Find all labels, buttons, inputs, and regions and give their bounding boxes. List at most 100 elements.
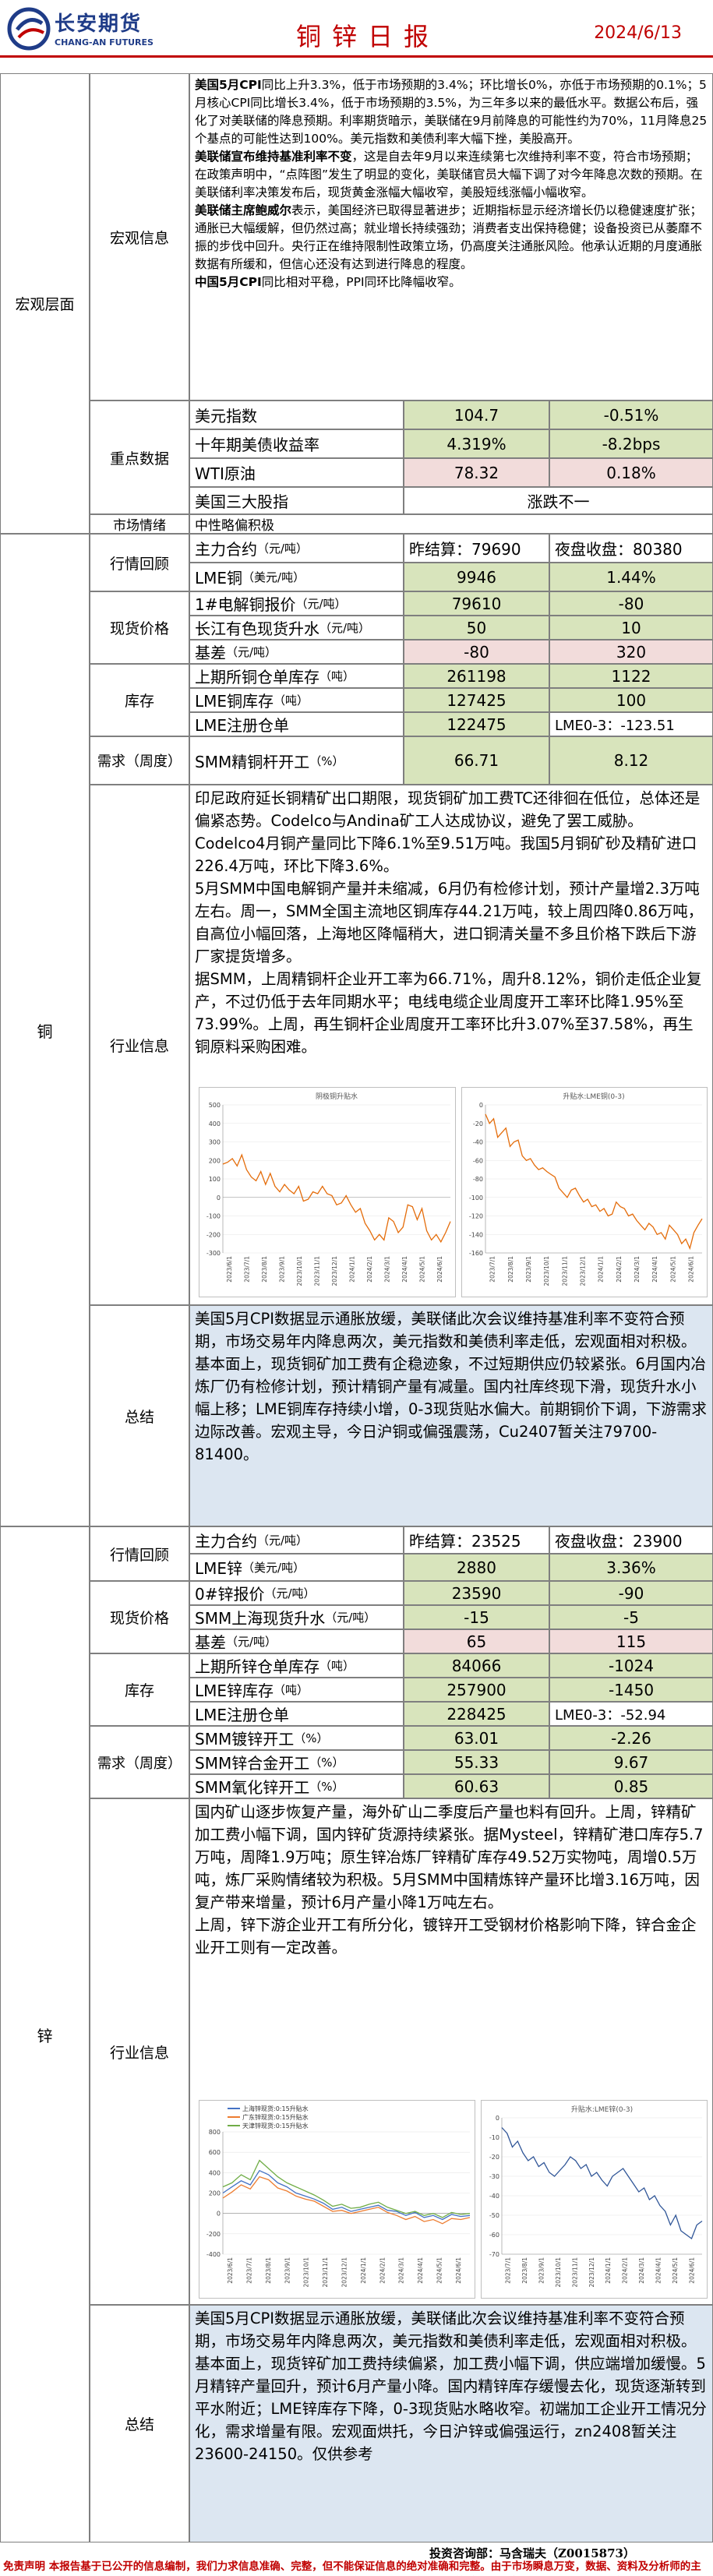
row-unit: （%）: [309, 753, 344, 768]
x-tick-label: 2023/6/1: [227, 2257, 234, 2284]
x-tick-label: 2024/5/1: [669, 1256, 676, 1283]
x-tick-label: 2024/4/1: [651, 1256, 658, 1283]
zinc-lme-spread-chart: 升贴水:LME锌(0-3) -70 -60 -50 -40 -30 -20 -10 0 2023/…: [481, 2100, 708, 2299]
y-tick-label: 400: [209, 2169, 221, 2176]
row-unit: （美元/吨）: [242, 1561, 305, 1575]
key-row-change: -0.51%: [549, 401, 713, 429]
y-tick-label: -140: [469, 1231, 483, 1238]
copper-row-v1: 122475: [404, 712, 549, 736]
zinc-row-name: SMM上海现货升水 （元/吨）: [189, 1605, 404, 1629]
row-name-text: LME锌库存: [195, 1681, 274, 1700]
key-row-value: 4.319%: [404, 429, 549, 458]
legend-entry: 广东锌现货:0:15升贴水: [242, 2113, 309, 2121]
row-name-text: 0#锌报价: [195, 1585, 265, 1604]
row-name-text: LME锌: [195, 1559, 243, 1578]
zinc-row-v2: -1024: [549, 1653, 713, 1678]
copper-row-v1: 9946: [404, 563, 549, 591]
row-name-text: 1#电解铜报价: [195, 595, 296, 614]
legend-entry: 天津锌现货:0:15升贴水: [242, 2122, 309, 2130]
copper-row-name: LME铜库存 （吨）: [189, 688, 404, 712]
zinc-row-v1: 65: [404, 1629, 549, 1653]
key-row-change: 0.18%: [549, 458, 713, 487]
y-tick-label: 0: [217, 2211, 221, 2218]
zinc-row-name: 主力合约 （元/吨）: [189, 1526, 404, 1554]
copper-row-v2: 10: [549, 616, 713, 640]
x-tick-label: 2024/5/1: [436, 2257, 443, 2284]
y-tick-label: 600: [209, 2149, 221, 2156]
x-tick-label: 2023/7/1: [489, 1256, 496, 1283]
x-tick-label: 2023/9/1: [279, 1256, 286, 1283]
row-unit: （元/吨）: [319, 621, 371, 635]
report-title: 铜锌日报: [296, 22, 440, 51]
y-tick-label: -50: [489, 2212, 499, 2219]
row-unit: （吨）: [319, 669, 355, 683]
zinc-row-v1: 昨结算：23525: [404, 1526, 549, 1554]
copper-row-name: LME铜 （美元/吨）: [189, 563, 404, 591]
y-tick-label: 0: [496, 2115, 499, 2122]
copper-summary-label: 总结: [90, 1305, 189, 1526]
copper-row-name: LME注册仓单: [189, 712, 404, 736]
report-header: 长安期货 CHANG-AN FUTURES 铜锌日报 2024/6/13: [0, 0, 713, 58]
changan-logo-icon: [7, 7, 51, 51]
x-tick-label: 2024/4/1: [417, 2257, 424, 2284]
copper-row-v2: 夜盘收盘：80380: [549, 534, 713, 563]
zinc-row-v2: 0.85: [549, 1774, 713, 1798]
series-line: [485, 1113, 703, 1251]
x-tick-label: 2023/8/1: [261, 1256, 268, 1283]
x-tick-label: 2023/11/1: [561, 1256, 568, 1286]
zinc-row-v1: 63.01: [404, 1726, 549, 1750]
x-tick-label: 2023/12/1: [331, 1256, 338, 1286]
copper-lme-spread-chart: 升贴水:LME铜(0-3) -160 -140 -120 -100 -80 -60 -40 -2…: [461, 1087, 708, 1297]
row-name-text: 主力合约: [195, 1532, 257, 1551]
macro-para: 美联储宣布维持基准利率不变，这是自去年9月以来连续第七次维持利率不变，符合市场预…: [195, 148, 708, 202]
x-tick-label: 2024/2/1: [366, 1256, 373, 1283]
zinc-row-v1: -15: [404, 1605, 549, 1629]
zinc-row-v1: 228425: [404, 1702, 549, 1726]
y-tick-label: 0: [217, 1194, 221, 1202]
row-name-text: SMM精铜杆开工: [195, 752, 310, 771]
x-tick-label: 2024/2/1: [379, 2257, 386, 2284]
copper-row-name: 上期所铜仓单库存 （吨）: [189, 664, 404, 688]
copper-premium-chart: 阴极铜升贴水 -300 -200 -100 0 100 200 300 400 500 2023/6…: [199, 1087, 456, 1297]
copper-row-v2: -80: [549, 591, 713, 616]
copper-row-name: 1#电解铜报价 （元/吨）: [189, 591, 404, 616]
zinc-inventory-label: 库存: [90, 1653, 189, 1726]
key-row-name: 美元指数: [189, 401, 404, 429]
key-row-name: 美国三大股指: [189, 487, 404, 514]
y-tick-label: -30: [489, 2173, 499, 2180]
x-tick-label: 2023/8/1: [521, 2257, 528, 2284]
copper-row-v2: LME0-3：-123.51: [549, 712, 713, 736]
row-unit: （吨）: [319, 1659, 355, 1673]
copper-inventory-label: 库存: [90, 664, 189, 736]
macro-para-lead: 美联储宣布维持基准利率不变: [195, 150, 352, 164]
copper-row-v1: -80: [404, 640, 549, 664]
y-tick-label: -160: [469, 1250, 483, 1257]
row-unit: （元/吨）: [226, 645, 277, 659]
y-tick-label: -100: [469, 1194, 483, 1202]
zinc-row-v1: 55.33: [404, 1750, 549, 1774]
zinc-row-v2: 3.36%: [549, 1554, 713, 1581]
copper-row-name: 主力合约 （元/吨）: [189, 534, 404, 563]
series-line: [501, 2127, 703, 2240]
row-unit: （元/吨）: [295, 597, 347, 611]
x-tick-label: 2024/6/1: [436, 1256, 443, 1283]
disclaimer-text: 本报告基于已公开的信息编制，我们力求信息准确、完整，但不能保证信息的绝对准确和完…: [48, 2560, 701, 2573]
zinc-row-v2: -1450: [549, 1678, 713, 1702]
copper-section-label: 铜: [0, 534, 90, 1526]
key-data-label: 重点数据: [90, 401, 189, 514]
y-tick-label: -20: [489, 2154, 499, 2161]
x-tick-label: 2024/4/1: [655, 2257, 662, 2284]
y-tick-label: -40: [489, 2193, 499, 2200]
row-unit: （元/吨）: [325, 1611, 376, 1625]
x-tick-label: 2024/3/1: [634, 1256, 641, 1283]
copper-quote-label: 行情回顾: [90, 534, 189, 591]
x-tick-label: 2023/10/1: [555, 2257, 562, 2288]
market-mood-value: 中性略偏积极: [189, 514, 713, 534]
y-tick-label: -10: [489, 2134, 499, 2141]
zinc-row-name: 基差 （元/吨）: [189, 1629, 404, 1653]
macro-para: 美国5月CPI同比上升3.3%，低于市场预期的3.4%；环比增长0%，亦低于市场…: [195, 76, 708, 148]
macro-para: 美联储主席鲍威尔表示，美国经济已取得显著进步；近期指标显示经济增长仍以稳健速度扩…: [195, 202, 708, 273]
x-tick-label: 2024/1/1: [605, 2257, 612, 2284]
copper-row-name: 基差 （元/吨）: [189, 640, 404, 664]
x-tick-label: 2024/2/1: [622, 2257, 629, 2284]
